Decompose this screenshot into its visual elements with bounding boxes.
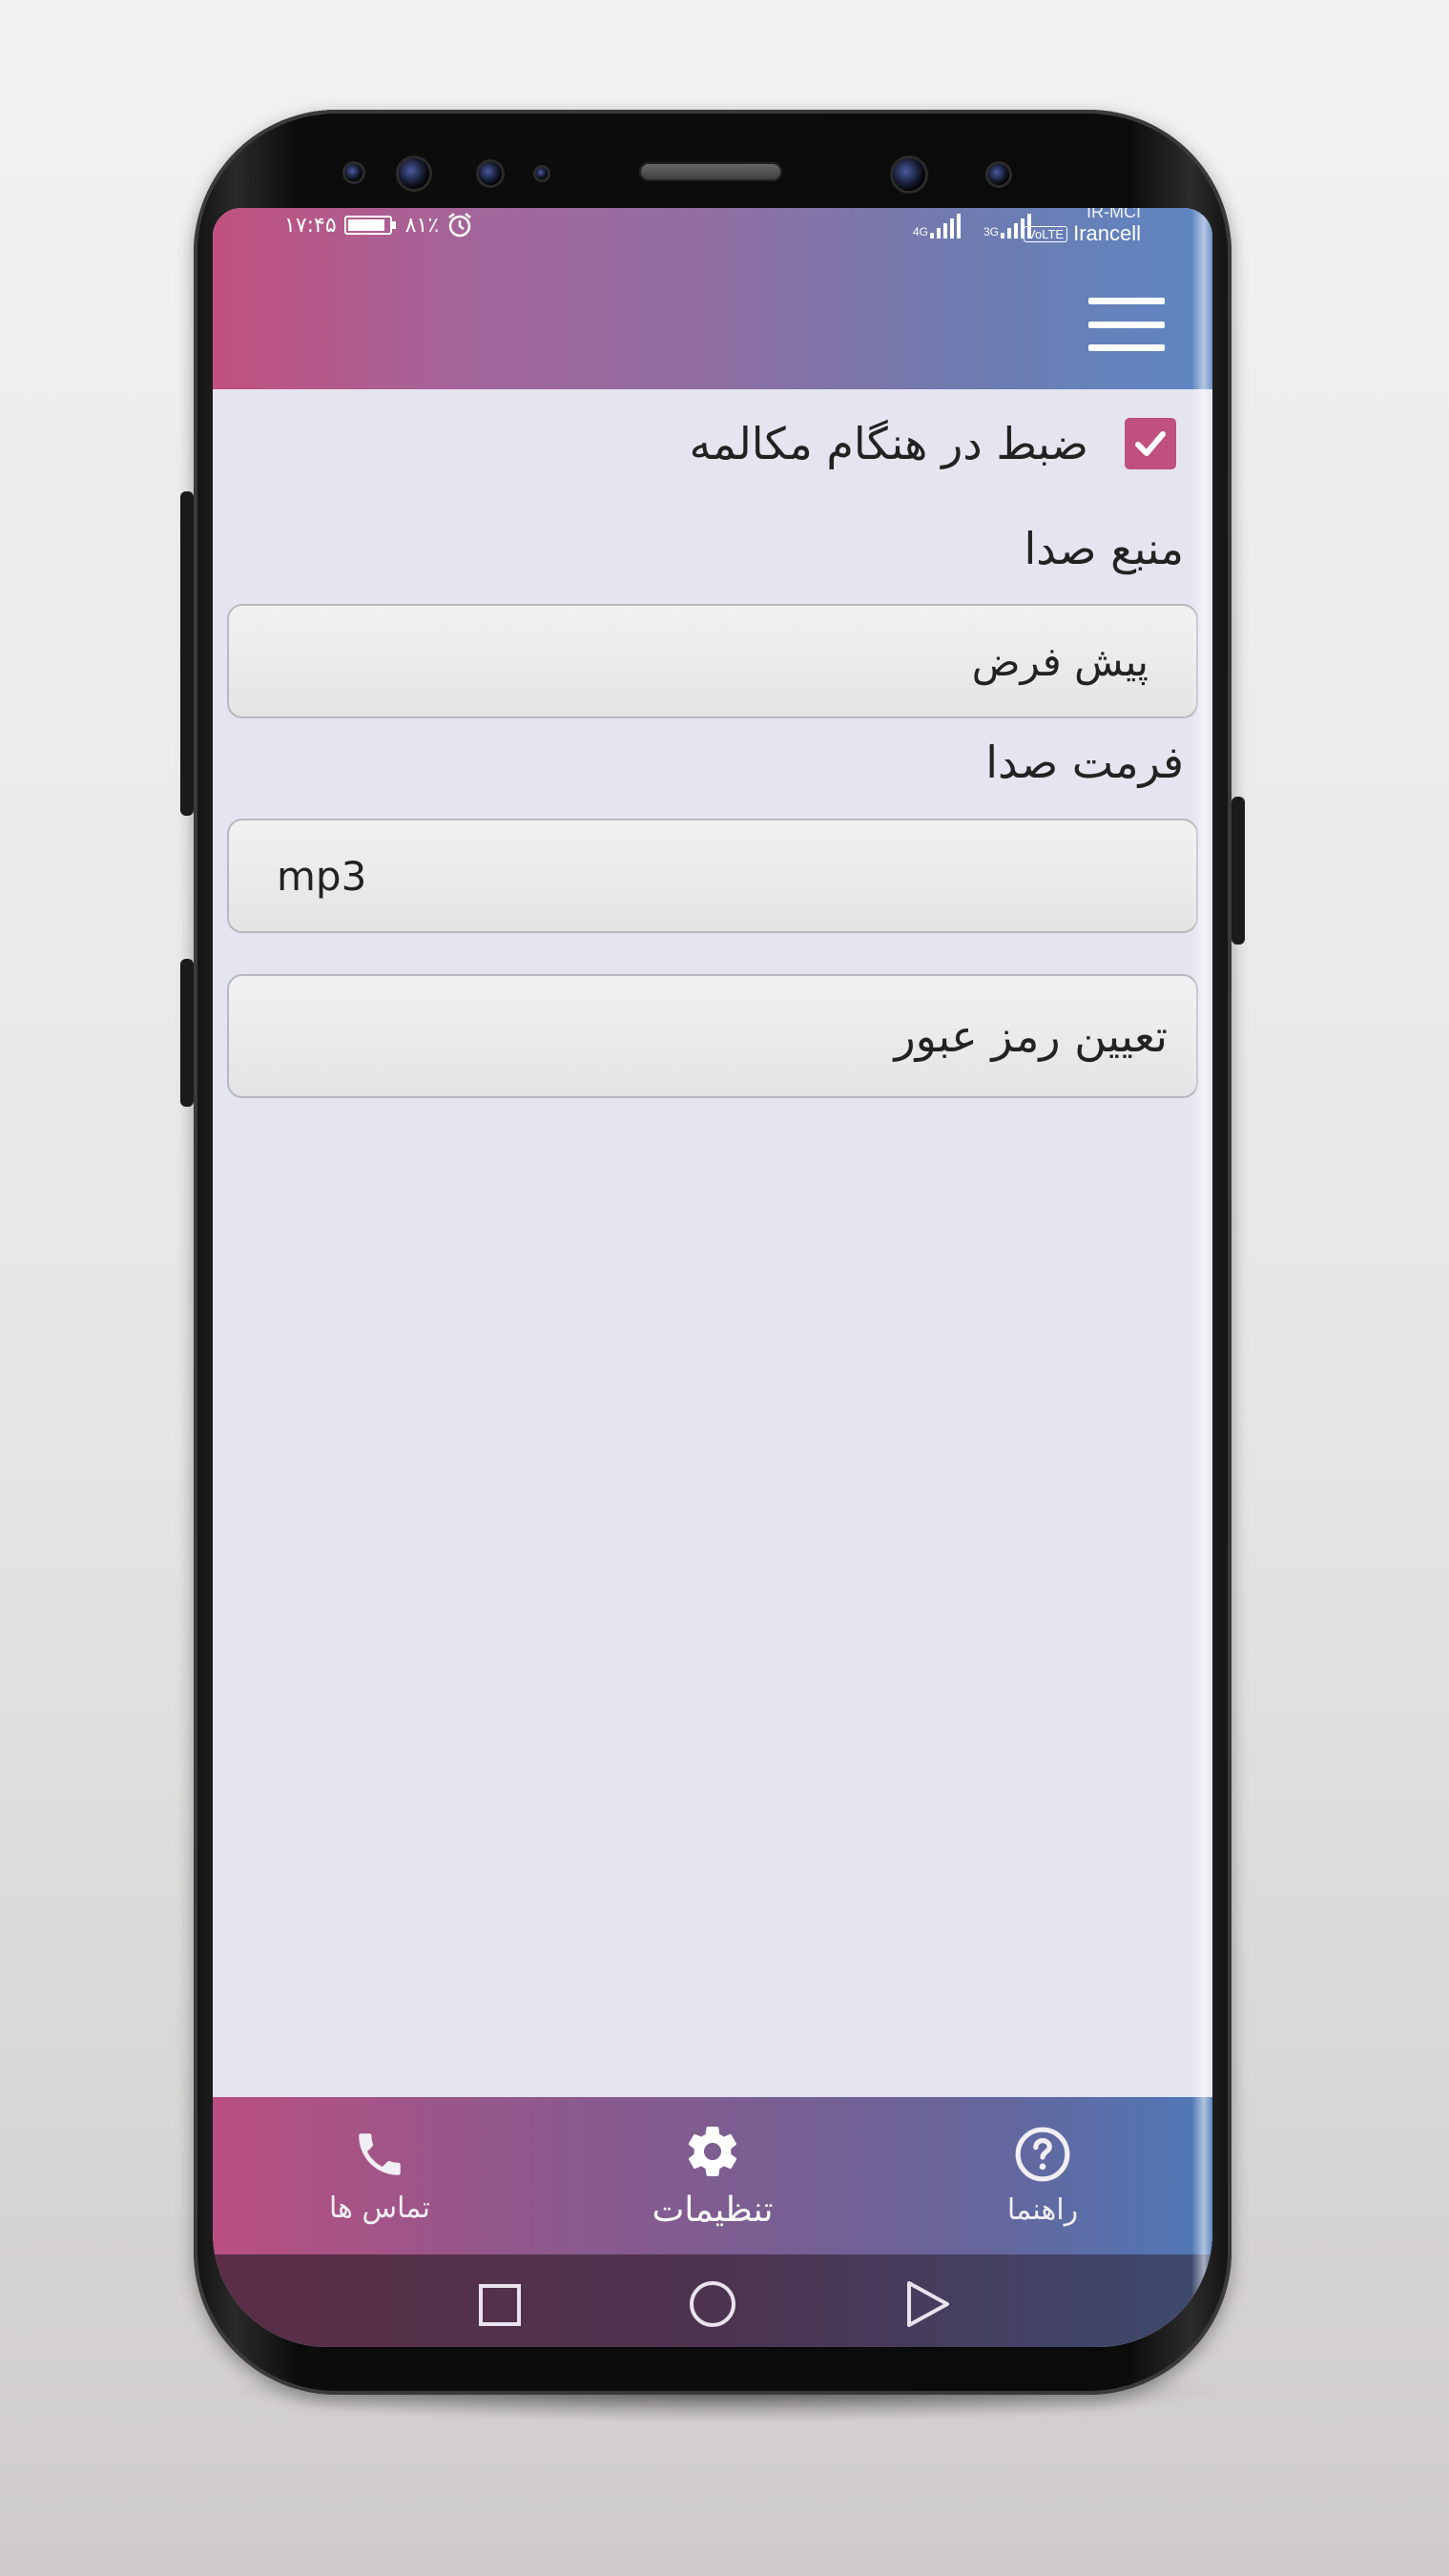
home-icon[interactable] — [688, 2279, 737, 2329]
checkmark-icon — [1135, 431, 1166, 456]
carrier-1: IR-MCI — [1087, 208, 1141, 219]
bixby-button — [180, 959, 194, 1107]
nav-help-label: راهنما — [1006, 2193, 1079, 2227]
light-sensor-icon — [536, 168, 548, 179]
phone-icon — [359, 2133, 401, 2175]
audio-format-value: mp3 — [277, 852, 367, 900]
audio-source-select[interactable]: پیش فرض — [227, 604, 1198, 718]
volume-button — [180, 491, 194, 816]
audio-format-label: فرمت صدا — [985, 737, 1184, 788]
screen-edge-reflection — [1191, 208, 1212, 2347]
status-time: ۱۷:۴۵ — [284, 213, 337, 238]
nav-settings[interactable]: تنظیمات — [617, 2097, 808, 2254]
nav-settings-label: تنظیمات — [652, 2191, 774, 2230]
gear-icon — [688, 2127, 737, 2176]
status-bar-right: IR-MCI VoLTE Irancell — [1024, 208, 1141, 246]
set-password-button[interactable]: تعیین رمز عبور — [227, 974, 1198, 1098]
alarm-clock-icon — [448, 213, 471, 238]
volte-badge: VoLTE — [1024, 225, 1068, 242]
app-header: ۱۷:۴۵ ۸۱٪ 4G 3G IR-MCI VoLTE Irancell — [213, 208, 1212, 389]
settings-content: ضبط در هنگام مکالمه منبع صدا پیش فرض فرم… — [213, 389, 1212, 2097]
front-camera-icon — [893, 158, 925, 191]
bottom-navigation: تماس ها تنظیمات راهنما — [213, 2097, 1212, 2254]
back-icon[interactable] — [904, 2279, 952, 2329]
status-bar-left: ۱۷:۴۵ ۸۱٪ — [284, 212, 473, 239]
iris-scanner-icon — [988, 164, 1009, 185]
screen: ۱۷:۴۵ ۸۱٪ 4G 3G IR-MCI VoLTE Irancell ضب… — [213, 208, 1212, 2347]
recent-apps-icon[interactable] — [478, 2283, 522, 2327]
battery-percent: ۸۱٪ — [404, 213, 440, 238]
signal-indicators: 4G 3G — [913, 214, 1031, 239]
sensor-icon — [345, 164, 362, 181]
audio-source-value: پیش فرض — [971, 637, 1149, 685]
audio-source-label: منبع صدا — [1024, 523, 1185, 574]
proximity-sensor-icon — [479, 162, 502, 185]
nav-help[interactable]: راهنما — [947, 2097, 1138, 2254]
record-during-call-row[interactable]: ضبط در هنگام مکالمه — [689, 418, 1176, 469]
power-button — [1232, 797, 1245, 945]
record-checkbox[interactable] — [1125, 418, 1176, 469]
signal-4g-icon: 4G — [913, 214, 961, 239]
system-navigation-bar — [213, 2254, 1212, 2347]
record-during-call-label: ضبط در هنگام مکالمه — [689, 418, 1088, 469]
help-icon — [1015, 2127, 1070, 2182]
carrier-2: Irancell — [1073, 221, 1141, 245]
set-password-label: تعیین رمز عبور — [894, 1010, 1168, 1062]
battery-icon — [343, 216, 396, 235]
earpiece-speaker — [639, 162, 782, 181]
hamburger-menu-icon[interactable] — [1088, 298, 1165, 351]
iris-camera-icon — [399, 158, 429, 189]
nav-calls[interactable]: تماس ها — [284, 2097, 475, 2254]
audio-format-select[interactable]: mp3 — [227, 819, 1198, 933]
nav-calls-label: تماس ها — [329, 2192, 430, 2225]
